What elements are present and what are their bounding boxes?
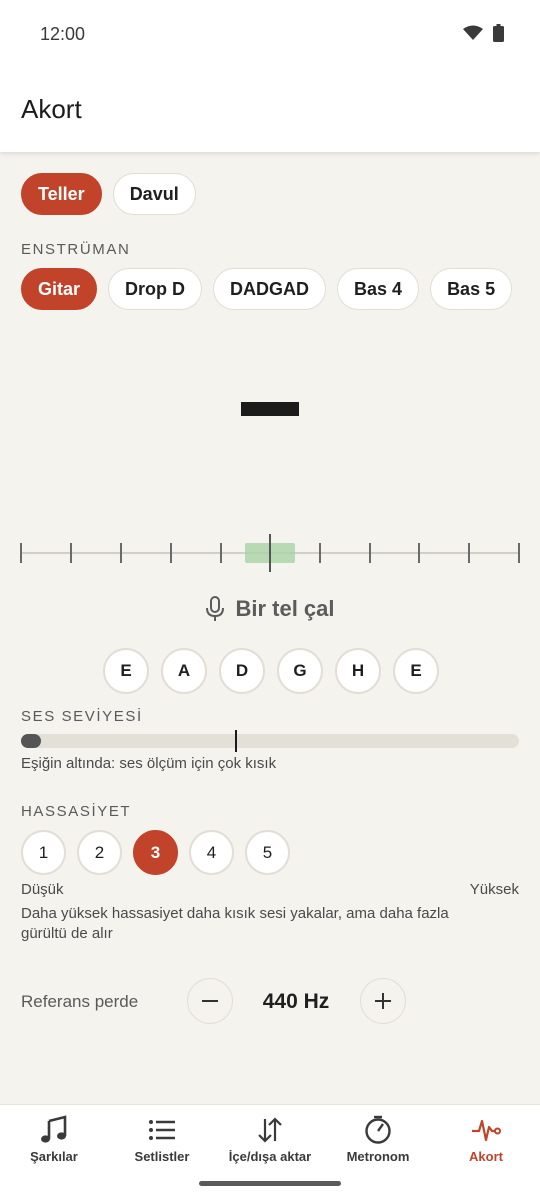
nav-label-setlists: Setlistler — [134, 1149, 190, 1164]
wifi-icon — [463, 25, 483, 40]
minus-icon — [202, 1000, 218, 1002]
status-icons — [463, 24, 504, 42]
instrument-chip-scroller[interactable]: Gitar Drop D DADGAD Bas 4 Bas 5 — [21, 268, 520, 312]
meter-tick — [170, 543, 172, 563]
level-meter — [21, 730, 519, 752]
string-button-h[interactable]: H — [335, 648, 381, 694]
sensitivity-option-4[interactable]: 4 — [189, 830, 234, 875]
sensitivity-option-1[interactable]: 1 — [21, 830, 66, 875]
meter-tick — [369, 543, 371, 563]
sensitivity-option-2[interactable]: 2 — [77, 830, 122, 875]
nav-item-tuner[interactable]: Akort — [432, 1105, 540, 1200]
sensitivity-option-5[interactable]: 5 — [245, 830, 290, 875]
string-button-e-high[interactable]: E — [393, 648, 439, 694]
instrument-chip-drop-d[interactable]: Drop D — [108, 268, 203, 310]
nav-label-tuner: Akort — [469, 1149, 503, 1164]
level-status-text: Eşiğin altında: ses ölçüm için çok kısık — [21, 755, 277, 772]
page-title: Akort — [21, 94, 82, 124]
instrument-chip-bas-5[interactable]: Bas 5 — [430, 268, 513, 310]
music-note-icon — [41, 1115, 67, 1143]
tab-drums[interactable]: Davul — [112, 173, 196, 215]
string-button-a[interactable]: A — [161, 648, 207, 694]
sensitivity-high-label: Yüksek — [469, 881, 519, 898]
string-button-d[interactable]: D — [219, 648, 265, 694]
sensitivity-section-label: HASSASİYET — [21, 803, 132, 820]
nav-label-import-export: İçe/dışa aktar — [228, 1149, 312, 1164]
string-button-e-low[interactable]: E — [103, 648, 149, 694]
string-selector: E A D G H E — [103, 648, 439, 694]
sensitivity-option-3[interactable]: 3 — [133, 830, 178, 875]
reference-pitch-label: Referans perde — [21, 992, 139, 1011]
instrument-section-label: ENSTRÜMAN — [21, 241, 131, 258]
tab-strings[interactable]: Teller — [21, 173, 102, 215]
instrument-chip-dadgad[interactable]: DADGAD — [213, 268, 327, 310]
nav-label-songs: Şarkılar — [30, 1149, 78, 1164]
meter-tick — [468, 543, 470, 563]
play-prompt: Bir tel çal — [0, 596, 540, 622]
meter-needle — [269, 534, 271, 572]
instrument-chip-gitar[interactable]: Gitar — [21, 268, 98, 310]
tuner-wave-icon — [472, 1119, 501, 1142]
note-display-placeholder — [241, 402, 299, 416]
metronome-icon — [365, 1115, 391, 1144]
meter-tick — [220, 543, 222, 563]
level-threshold-marker[interactable] — [235, 730, 238, 752]
meter-tick — [418, 543, 420, 563]
decrease-pitch-button[interactable] — [187, 978, 233, 1024]
import-export-icon — [258, 1117, 282, 1143]
sensitivity-low-label: Düşük — [21, 881, 64, 898]
sensitivity-selector: 1 2 3 4 5 — [21, 830, 290, 875]
nav-item-songs[interactable]: Şarkılar — [0, 1105, 108, 1200]
string-button-g[interactable]: G — [277, 648, 323, 694]
microphone-icon — [206, 596, 225, 621]
sensitivity-description: Daha yüksek hassasiyet daha kısık sesi y… — [21, 905, 449, 942]
meter-tick — [319, 543, 321, 563]
nav-item-metronome[interactable]: Metronom — [324, 1105, 432, 1200]
battery-icon — [493, 24, 504, 42]
level-section-label: SES SEVİYESİ — [21, 708, 143, 725]
tuning-meter — [20, 534, 520, 572]
instrument-chip-bas-4[interactable]: Bas 4 — [337, 268, 420, 310]
meter-tick — [70, 543, 72, 563]
reference-pitch-value: 440 Hz — [262, 990, 330, 1013]
nav-label-metronome: Metronom — [346, 1149, 410, 1164]
home-indicator[interactable] — [199, 1181, 341, 1186]
status-time: 12:00 — [40, 24, 86, 44]
meter-tick — [518, 543, 520, 563]
level-fill — [21, 734, 41, 748]
list-icon — [149, 1120, 175, 1140]
mode-tabs: Teller Davul — [21, 173, 196, 215]
meter-tick — [120, 543, 122, 563]
plus-icon — [375, 993, 391, 1009]
top-app-bar: 12:00 Akort — [0, 0, 540, 152]
meter-tick — [20, 543, 22, 563]
tuner-screen: 12:00 Akort Teller Davul ENSTRÜMAN Gitar… — [0, 0, 540, 1200]
increase-pitch-button[interactable] — [360, 978, 406, 1024]
play-prompt-text: Bir tel çal — [235, 596, 335, 621]
